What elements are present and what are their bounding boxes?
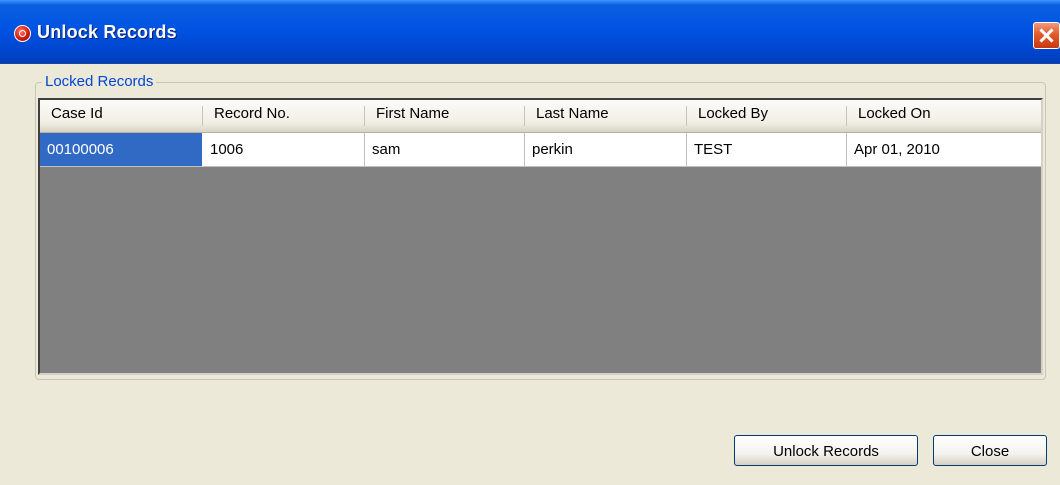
column-header-last-name[interactable]: Last Name: [525, 100, 687, 132]
cell-last-name[interactable]: perkin: [525, 133, 687, 167]
cell-locked-by[interactable]: TEST: [687, 133, 847, 167]
group-label: Locked Records: [42, 73, 157, 90]
table-row[interactable]: 00100006 1006 sam perkin TEST Apr 01, 20…: [40, 133, 1041, 167]
cell-first-name[interactable]: sam: [365, 133, 525, 167]
cell-record-no[interactable]: 1006: [203, 133, 365, 167]
window-title: Unlock Records: [37, 22, 177, 42]
close-icon[interactable]: [1033, 22, 1060, 49]
cell-case-id[interactable]: 00100006: [40, 133, 203, 167]
column-header-record-no[interactable]: Record No.: [203, 100, 365, 132]
column-header-case-id[interactable]: Case Id: [40, 100, 203, 132]
column-header-first-name[interactable]: First Name: [365, 100, 525, 132]
cell-locked-on[interactable]: Apr 01, 2010: [847, 133, 1041, 167]
app-record-icon: [14, 25, 31, 42]
grid-header: Case Id Record No. First Name Last Name …: [40, 100, 1041, 133]
column-header-locked-on[interactable]: Locked On: [847, 100, 1041, 132]
title-bar[interactable]: Unlock Records: [0, 0, 1060, 64]
locked-records-grid[interactable]: Case Id Record No. First Name Last Name …: [38, 98, 1043, 375]
close-button[interactable]: Close: [933, 435, 1047, 466]
column-header-locked-by[interactable]: Locked By: [687, 100, 847, 132]
unlock-records-button[interactable]: Unlock Records: [734, 435, 918, 466]
unlock-records-dialog: Unlock Records Locked Records Case Id Re…: [0, 0, 1060, 485]
